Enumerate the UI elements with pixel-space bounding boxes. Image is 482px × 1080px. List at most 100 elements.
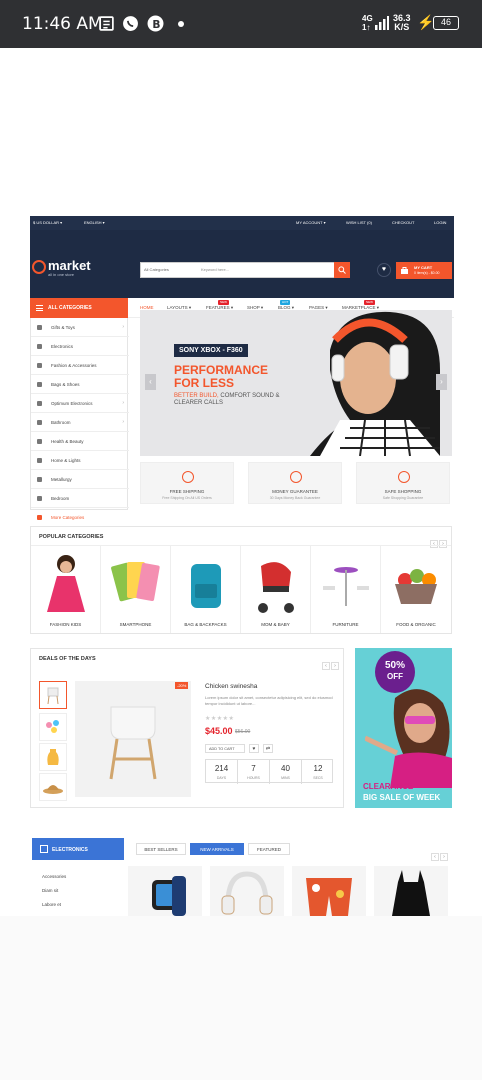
electronics-list-item[interactable]: Diam sit <box>42 888 58 893</box>
sidebar-item[interactable]: Metallurgy <box>31 470 129 489</box>
search-bar[interactable]: All Categories Keyword here... <box>140 262 350 278</box>
plus-icon <box>37 515 42 520</box>
tab-best-sellers[interactable]: BEST SELLERS <box>136 843 186 855</box>
slider-dots[interactable] <box>287 449 305 456</box>
feature-safe-shopping: SAFE SHOPPING Safe Shopping Guarantee <box>356 462 450 504</box>
category-sidebar: Gifts & Toys › Electronics Fashion & Acce… <box>30 318 129 520</box>
carousel-arrows[interactable]: ‹ › <box>321 654 339 672</box>
electronics-list-item[interactable]: Accessories <box>42 874 66 879</box>
wish-list-link[interactable]: WISH LIST (0) <box>346 220 372 225</box>
old-price: $56.00 <box>235 729 251 735</box>
electronics-icon <box>37 344 42 349</box>
sidebar-item[interactable]: Bedroom <box>31 489 129 508</box>
compare-button[interactable]: ⇄ <box>263 744 273 753</box>
sidebar-item[interactable]: Electronics <box>31 337 129 356</box>
add-to-cart-button[interactable]: ADD TO CART <box>205 744 245 753</box>
slide-subtext: BETTER BUILD, COMFORT SOUND & CLEARER CA… <box>174 393 280 406</box>
login-link[interactable]: LOGIN <box>434 220 446 225</box>
product-price: $45.00 <box>205 726 233 736</box>
product-name[interactable]: Chicken swinesha <box>205 683 257 690</box>
checkout-link[interactable]: CHECKOUT <box>392 220 414 225</box>
banner-line-1: CLEARANCE <box>363 782 414 791</box>
stroller-image <box>258 562 294 613</box>
search-input[interactable]: Keyword here... <box>201 267 229 272</box>
search-button[interactable] <box>334 262 350 278</box>
sidebar-item[interactable]: Fashion & Accessories <box>31 356 129 375</box>
currency-selector[interactable]: $ US DOLLAR ▾ <box>33 220 62 225</box>
electronics-header[interactable]: ELECTRONICS <box>32 838 124 860</box>
banner-line-2: BIG SALE OF WEEK <box>363 793 441 802</box>
search-category-select[interactable]: All Categories <box>144 267 169 272</box>
product-thumbnail[interactable] <box>39 713 67 741</box>
battery-level: 46 <box>440 17 451 27</box>
sidebar-item[interactable]: Health & Beauty <box>31 432 129 451</box>
clearance-banner[interactable]: 50% OFF CLEARANCE BIG SALE OF WEEK <box>355 648 452 808</box>
sidebar-item[interactable]: Bathroom › <box>31 413 129 432</box>
b-app-icon: B <box>147 15 164 32</box>
slider-prev-button[interactable]: ‹ <box>145 374 156 390</box>
category-card[interactable]: FASHION KIDS <box>31 545 101 633</box>
device-icon <box>37 401 42 406</box>
deals-of-the-days: DEALS OF THE DAYS ‹ › -20% Chicken swines… <box>30 648 344 808</box>
category-card[interactable]: SMARTPHONE <box>101 545 171 633</box>
battery-icon: 46 <box>433 16 459 30</box>
cart-count: 0 item(s) - $0.00 <box>414 271 440 275</box>
slide-tag: SONY XBOX - F360 <box>174 344 248 357</box>
slider-next-button[interactable]: › <box>436 374 447 390</box>
slide-headline: PERFORMANCE FOR LESS <box>174 363 269 390</box>
product-card[interactable] <box>128 866 202 916</box>
tab-new-arrivals[interactable]: NEW ARRIVALS <box>190 843 244 855</box>
tab-featured[interactable]: FEATURED <box>248 843 290 855</box>
logo[interactable]: market <box>48 258 91 273</box>
sidebar-item[interactable]: Home & Lights <box>31 451 129 470</box>
metal-icon <box>37 477 42 482</box>
my-account-link[interactable]: MY ACCOUNT ▾ <box>296 220 326 225</box>
category-card[interactable]: BAG & BACKPACKS <box>171 545 241 633</box>
product-card[interactable] <box>292 866 366 916</box>
sidebar-item[interactable]: Gifts & Toys › <box>31 318 129 337</box>
electronics-icon <box>40 845 48 853</box>
wishlist-button[interactable]: ♥ <box>249 744 259 753</box>
new-badge: NEW <box>364 300 375 305</box>
smartphones-image <box>111 562 160 602</box>
menu-icon <box>36 305 43 311</box>
website-screenshot: $ US DOLLAR ▾ ENGLISH ▾ MY ACCOUNT ▾ WIS… <box>30 216 454 916</box>
new-badge: NEW <box>218 300 229 305</box>
data-speed: 36.3 K/S <box>393 13 411 32</box>
shield-icon <box>398 471 410 483</box>
language-selector[interactable]: ENGLISH ▾ <box>84 220 105 225</box>
cart-button[interactable]: MY CART 0 item(s) - $0.00 <box>396 262 452 279</box>
dollar-icon <box>290 471 302 483</box>
food-basket-image <box>395 569 437 604</box>
charging-icon: ⚡ <box>417 14 435 30</box>
arrow-left-icon: ‹ <box>322 662 330 670</box>
product-card[interactable] <box>210 866 284 916</box>
sidebar-item[interactable]: Optimum Electronics › <box>31 394 129 413</box>
more-categories-link[interactable]: More Categories <box>31 508 129 527</box>
product-thumbnail[interactable] <box>39 743 67 771</box>
lamp-icon <box>37 458 42 463</box>
hero-slider[interactable]: SONY XBOX - F360 PERFORMANCE FOR LESS BET… <box>140 310 452 456</box>
all-categories-button[interactable]: ALL CATEGORIES <box>30 298 128 318</box>
sale-badge: -20% <box>175 682 189 689</box>
category-card[interactable]: MOM & BABY <box>241 545 311 633</box>
electronics-list-item[interactable]: Labore et <box>42 902 61 907</box>
carousel-arrows[interactable]: ‹ › <box>430 845 448 863</box>
product-main-image[interactable] <box>75 681 191 797</box>
signal-icon <box>375 16 389 30</box>
product-thumbnail[interactable] <box>39 773 67 801</box>
category-card[interactable]: FOOD & ORGANIC <box>381 545 451 633</box>
product-description: Lorem ipsum dolor sit amet, consectetur … <box>205 695 333 706</box>
wishlist-heart-icon[interactable]: ♥ <box>377 263 391 277</box>
blank-area <box>0 48 482 216</box>
phone-status-bar: 11:46 AM B 4G 1↑ 36.3 K/S ⚡ 46 <box>0 0 482 48</box>
bag-icon <box>37 382 42 387</box>
sidebar-item[interactable]: Bags & Shoes <box>31 375 129 394</box>
product-card[interactable] <box>374 866 448 916</box>
popular-categories: POPULAR CATEGORIES ‹ › FASHION KIDS SMART… <box>30 526 452 634</box>
news-icon <box>99 16 114 31</box>
category-card[interactable]: FURNITURE <box>311 545 381 633</box>
kid-dress-image <box>47 555 85 612</box>
section-title: DEALS OF THE DAYS <box>39 656 96 662</box>
product-thumbnail[interactable] <box>39 681 67 709</box>
